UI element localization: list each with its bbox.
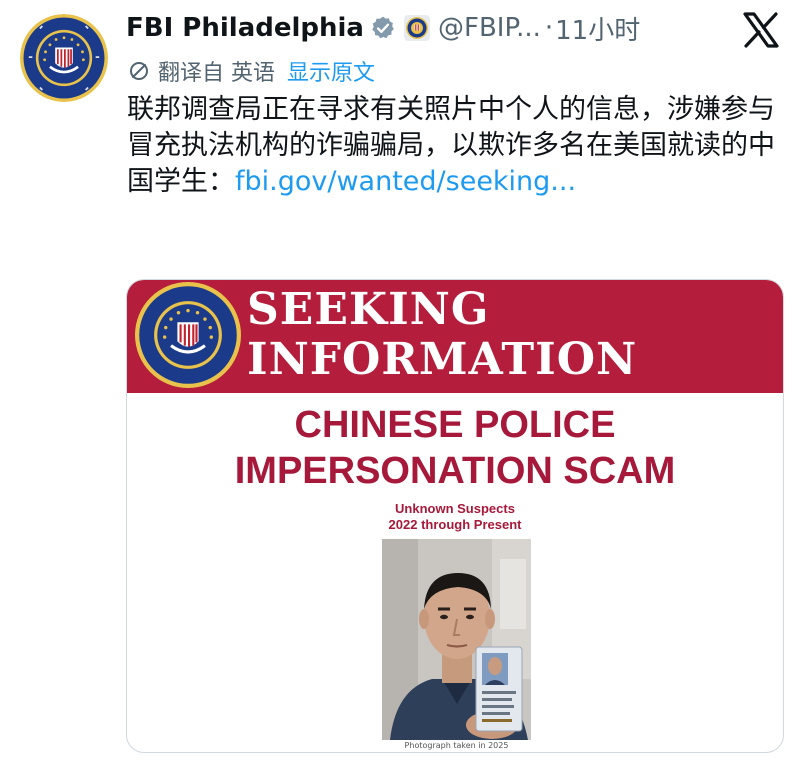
fbi-seal-icon	[20, 14, 108, 102]
banner-title-line2: INFORMATION	[247, 334, 638, 385]
author-name[interactable]: FBI Philadelphia	[126, 13, 364, 43]
author-handle[interactable]: @FBIP...	[438, 13, 541, 43]
subheading-line1: Unknown Suspects	[395, 501, 515, 516]
headline-line2: IMPERSONATION SCAM	[234, 450, 676, 492]
separator-dot: ·	[544, 13, 554, 43]
photo-caption: Photograph taken in 2025	[404, 741, 509, 750]
org-affiliation-icon[interactable]	[403, 15, 430, 41]
tweet-header: FBI Philadelphia @FBIP... · 11小时	[126, 8, 640, 48]
show-original-link[interactable]: 显示原文	[287, 55, 375, 87]
seeking-banner: SEEKING INFORMATION	[127, 280, 783, 393]
subheading-line2: 2022 through Present	[388, 517, 522, 532]
author-avatar[interactable]	[20, 14, 108, 102]
tweet-timestamp[interactable]: 11小时	[555, 10, 640, 47]
translate-icon	[130, 62, 148, 80]
tweet-text: 联邦调查局正在寻求有关照片中个人的信息，涉嫌参与冒充执法机构的诈骗骗局，以欺诈多…	[127, 92, 787, 200]
headline-line1: CHINESE POLICE	[294, 404, 616, 446]
translation-row: 翻译自 英语 显示原文	[128, 56, 375, 86]
media-card[interactable]: SEEKING INFORMATION CHINESE POLICE IMPER…	[126, 279, 784, 753]
fbi-seal-icon	[135, 282, 241, 388]
suspect-photo	[382, 539, 531, 740]
tweet-link[interactable]: fbi.gov/wanted/seeking...	[235, 166, 576, 197]
translated-from-label: 翻译自 英语	[158, 61, 275, 86]
verified-badge-icon	[372, 16, 394, 39]
x-logo-icon[interactable]	[742, 12, 780, 48]
banner-title-line1: SEEKING	[247, 284, 490, 335]
